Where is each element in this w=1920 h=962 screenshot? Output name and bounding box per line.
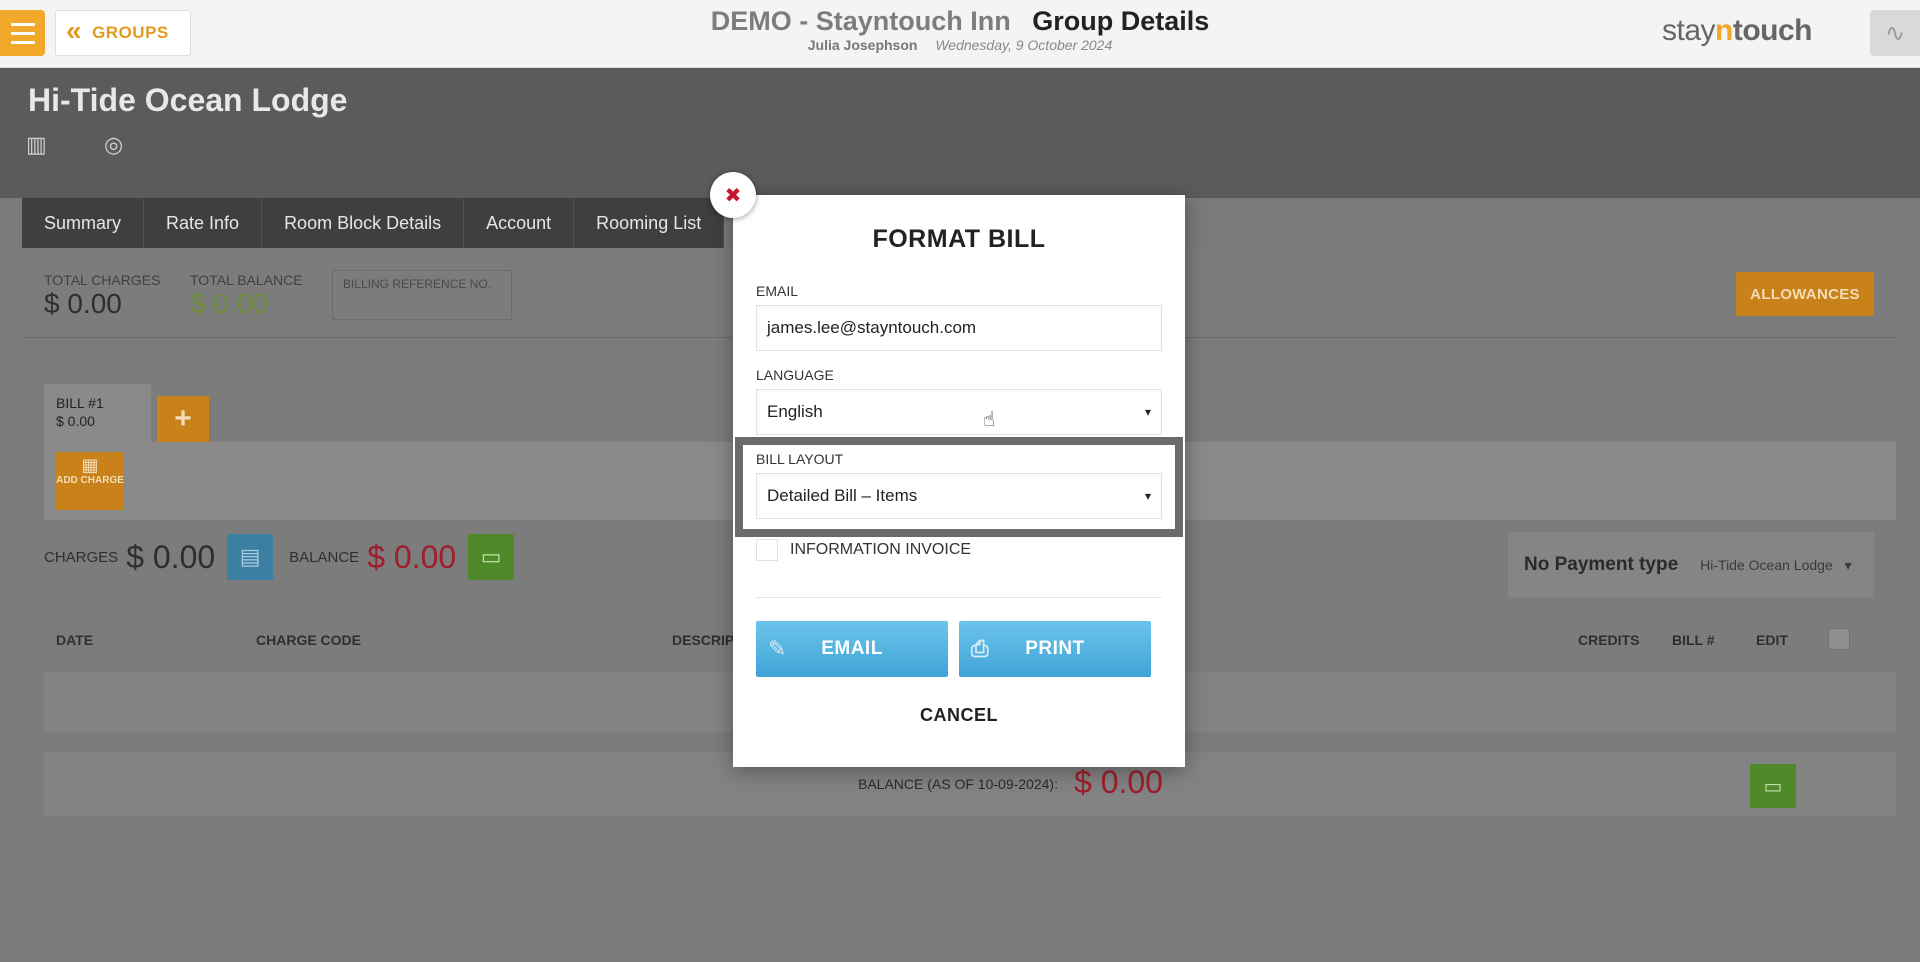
charges-label: CHARGES (44, 548, 119, 566)
stayntouch-logo: stayntouch (1661, 14, 1813, 47)
column-charge-code: CHARGE CODE (256, 632, 362, 648)
page-title: Group Details (1032, 6, 1210, 36)
column-date: DATE (56, 632, 94, 648)
language-select[interactable]: English (756, 389, 1162, 435)
allowances-button[interactable]: ALLOWANCES (1736, 272, 1874, 316)
payment-button[interactable]: ▭ (468, 534, 515, 580)
tab-room-block-details[interactable]: Room Block Details (262, 198, 465, 248)
email-label: EMAIL (756, 283, 799, 299)
wallet-icon: ▭ (1763, 775, 1783, 798)
add-charge-label: ADD CHARGE (56, 475, 124, 486)
select-all-checkbox[interactable] (1828, 628, 1850, 650)
total-charges-label: TOTAL CHARGES (44, 272, 161, 288)
send-icon: ✎ (768, 636, 787, 661)
user-name: Julia Josephson (807, 37, 918, 53)
total-balance-label: TOTAL BALANCE (190, 272, 303, 288)
activity-pulse-icon[interactable]: ∿ (1870, 10, 1920, 56)
column-description: DESCRIP (672, 632, 735, 648)
information-invoice-checkbox[interactable] (756, 539, 778, 561)
language-label: LANGUAGE (756, 367, 834, 383)
charges-value: $ 0.00 (126, 538, 216, 575)
hand-cursor-icon: ☝ (983, 409, 996, 431)
payment-type-label: No Payment type (1524, 554, 1679, 575)
group-tabs: Summary Rate Info Room Block Details Acc… (22, 198, 725, 248)
add-bill-button[interactable]: + (157, 396, 209, 442)
add-charge-button[interactable]: ▦ ADD CHARGE (56, 452, 124, 510)
calculator-icon: ▦ (81, 455, 99, 475)
billing-reference-input[interactable]: BILLING REFERENCE NO. (332, 270, 512, 320)
close-icon[interactable]: ✖ (710, 172, 756, 218)
building-icon[interactable]: ▥ (26, 132, 47, 158)
email-button[interactable]: ✎ EMAIL (756, 621, 948, 677)
column-bill-number: BILL # (1672, 632, 1715, 648)
bill-tab[interactable]: BILL #1 $ 0.00 (44, 384, 151, 442)
payment-account-select[interactable]: Hi-Tide Ocean Lodge (1700, 557, 1851, 574)
information-invoice-label: INFORMATION INVOICE (790, 541, 972, 558)
format-bill-modal: FORMAT BILL EMAIL james.lee@stayntouch.c… (733, 195, 1185, 767)
tab-account[interactable]: Account (464, 198, 575, 248)
tab-summary[interactable]: Summary (22, 198, 145, 248)
pay-balance-button[interactable]: ▭ (1750, 764, 1796, 808)
cancel-button[interactable]: CANCEL (733, 705, 1185, 726)
total-charges-value: $ 0.00 (44, 288, 122, 319)
tab-rate-info[interactable]: Rate Info (144, 198, 263, 248)
group-name: Hi-Tide Ocean Lodge (28, 82, 348, 118)
print-button[interactable]: ⎙ PRINT (959, 621, 1151, 677)
bill-tab-label: BILL #1 (56, 395, 104, 411)
charges-summary: CHARGES $ 0.00 ▤ BALANCE $ 0.00 ▭ (44, 532, 530, 582)
email-field[interactable]: james.lee@stayntouch.com (756, 305, 1162, 351)
column-edit: EDIT (1756, 632, 1788, 648)
balance-as-of-label: BALANCE (AS OF 10-09-2024): (858, 776, 1058, 792)
bill-tab-value: $ 0.00 (56, 413, 95, 429)
globe-icon[interactable]: ◎ (104, 132, 123, 158)
payment-type-box[interactable]: No Payment type Hi-Tide Ocean Lodge (1508, 532, 1874, 598)
information-invoice-option[interactable]: INFORMATION INVOICE (756, 539, 971, 561)
modal-title: FORMAT BILL (872, 225, 1046, 253)
bill-layout-label: BILL LAYOUT (756, 451, 844, 467)
wallet-icon: ▭ (480, 544, 502, 569)
bill-layout-value: Detailed Bill – Items (767, 486, 918, 505)
tab-rooming-list[interactable]: Rooming List (574, 198, 725, 248)
top-bar: « GROUPS DEMO - Stayntouch Inn Group Det… (0, 0, 1920, 68)
printer-icon: ⎙ (971, 636, 990, 661)
bill-layout-select[interactable]: Detailed Bill – Items (756, 473, 1162, 519)
page-header: DEMO - Stayntouch Inn Group Details Juli… (0, 6, 1920, 53)
hotel-name: DEMO - Stayntouch Inn (710, 6, 1011, 36)
balance-value: $ 0.00 (367, 538, 457, 575)
divider (756, 597, 1162, 598)
total-balance-value: $ 0.00 (190, 288, 268, 319)
column-credits: CREDITS (1578, 632, 1640, 648)
receipt-icon: ▤ (239, 544, 261, 569)
business-date: Wednesday, 9 October 2024 (935, 37, 1113, 53)
language-value: English (767, 402, 823, 421)
balance-as-of-value: $ 0.00 (1074, 764, 1163, 800)
invoice-button[interactable]: ▤ (227, 534, 274, 580)
group-header: Hi-Tide Ocean Lodge ▥ ◎ (0, 68, 1920, 198)
balance-label: BALANCE (289, 548, 360, 566)
